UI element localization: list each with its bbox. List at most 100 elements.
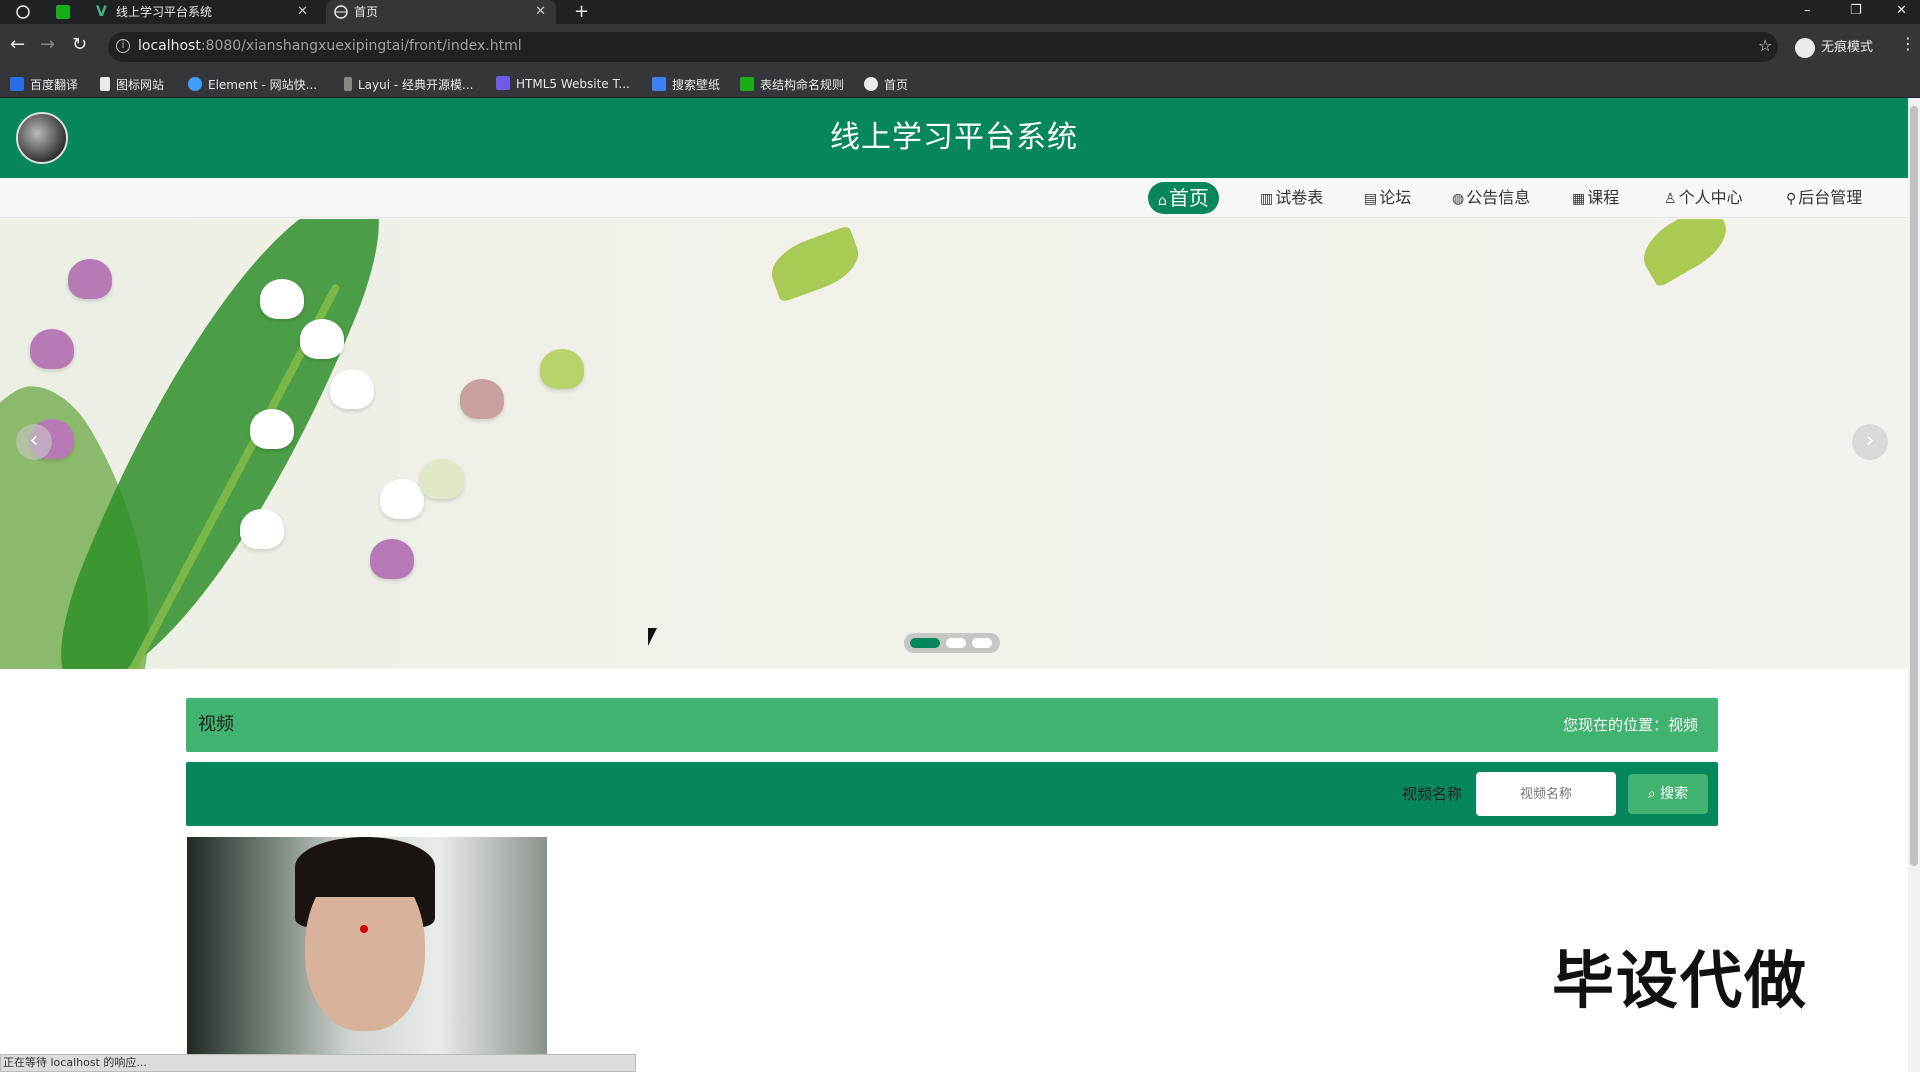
close-tab-icon[interactable]: ✕ bbox=[535, 0, 546, 24]
globe-icon bbox=[864, 77, 878, 91]
search-icon: ⌕ bbox=[1647, 786, 1656, 802]
bookmark-item[interactable]: 搜索壁纸 bbox=[652, 76, 720, 93]
search-button[interactable]: ⌕ 搜索 bbox=[1628, 774, 1708, 814]
thumbnail-hair-top bbox=[295, 837, 435, 897]
home-icon: ⌂ bbox=[1158, 193, 1167, 209]
site-header: 线上学习平台系统 bbox=[0, 98, 1908, 178]
globe-icon: ◍ bbox=[1452, 191, 1465, 207]
url-path: :8080/xianshangxuexipingtai/front/index.… bbox=[200, 38, 522, 54]
site-title: 线上学习平台系统 bbox=[830, 120, 1078, 155]
nav-courses[interactable]: ▦ 课程 bbox=[1572, 182, 1619, 214]
browser-menu-icon[interactable]: ⋮ bbox=[1900, 34, 1916, 53]
status-bar: 正在等待 localhost 的响应... bbox=[0, 1054, 636, 1072]
banner-flower bbox=[460, 379, 504, 419]
vue-icon: V bbox=[96, 4, 107, 20]
nav-exam-papers[interactable]: ▥ 试卷表 bbox=[1260, 182, 1323, 214]
restore-button[interactable]: ❐ bbox=[1850, 2, 1862, 20]
video-thumbnail[interactable] bbox=[187, 837, 547, 1072]
carousel-indicators bbox=[904, 633, 1000, 653]
mouse-cursor bbox=[648, 628, 666, 646]
tab-learning-platform[interactable]: V 线上学习平台系统 ✕ bbox=[88, 0, 318, 24]
close-tab-icon[interactable]: ✕ bbox=[297, 0, 308, 24]
bookmark-item[interactable]: 图标网站 bbox=[100, 76, 164, 93]
bookmark-item[interactable]: 百度翻译 bbox=[10, 76, 78, 93]
page-scrollbar[interactable] bbox=[1908, 98, 1920, 1072]
carousel-dot-3[interactable] bbox=[972, 638, 992, 648]
tab-home[interactable]: 首页 ✕ bbox=[326, 0, 556, 24]
nav-profile[interactable]: ♙ 个人中心 bbox=[1664, 182, 1743, 214]
incognito-indicator[interactable]: 无痕模式 bbox=[1795, 36, 1873, 58]
breadcrumb: 您现在的位置：视频 bbox=[1562, 716, 1698, 734]
info-icon[interactable]: i bbox=[116, 39, 130, 53]
banner-flower bbox=[420, 459, 464, 499]
nav-label: 试卷表 bbox=[1275, 188, 1324, 207]
url-bar[interactable]: i localhost:8080/xianshangxuexipingtai/f… bbox=[108, 32, 1778, 62]
flag-icon bbox=[100, 77, 110, 91]
hero-carousel: ‹ › bbox=[0, 219, 1908, 669]
calendar-icon: ▦ bbox=[1572, 191, 1586, 207]
bookmark-item[interactable]: 首页 bbox=[864, 76, 908, 93]
nav-label: 后台管理 bbox=[1798, 188, 1863, 207]
nav-label: 个人中心 bbox=[1678, 188, 1743, 207]
banner-butterfly bbox=[764, 225, 866, 303]
browser-tab-strip: V 线上学习平台系统 ✕ 首页 ✕ + – ❐ ✕ bbox=[0, 0, 1920, 24]
bookmark-star-icon[interactable]: ☆ bbox=[1758, 36, 1772, 55]
tab-title: 首页 bbox=[354, 5, 379, 19]
scrollbar-thumb[interactable] bbox=[1910, 106, 1918, 866]
search-label: 视频名称 bbox=[1402, 785, 1463, 803]
wallpaper-icon bbox=[652, 77, 666, 91]
carousel-dot-1[interactable] bbox=[910, 638, 940, 648]
carousel-next-button[interactable]: › bbox=[1852, 424, 1888, 460]
paper-icon: ▥ bbox=[1260, 191, 1274, 207]
bookmark-item[interactable]: Element - 网站快... bbox=[188, 76, 317, 93]
banner-flower bbox=[250, 409, 294, 449]
carousel-dot-2[interactable] bbox=[946, 638, 966, 648]
translate-icon bbox=[10, 77, 24, 91]
reload-icon[interactable]: ↻ bbox=[72, 34, 87, 55]
bookmark-label: Element - 网站快... bbox=[208, 78, 318, 92]
bookmark-label: HTML5 Website T... bbox=[516, 77, 630, 91]
forward-icon[interactable]: → bbox=[40, 34, 55, 55]
nav-home[interactable]: ⌂ 首页 bbox=[1148, 182, 1219, 214]
search-button-label: 搜索 bbox=[1660, 786, 1689, 802]
nav-admin[interactable]: ⚲ 后台管理 bbox=[1786, 182, 1862, 214]
banner-flower bbox=[300, 319, 344, 359]
bookmark-item[interactable]: HTML5 Website T... bbox=[496, 76, 630, 91]
thumbnail-bindi bbox=[360, 925, 368, 933]
search-bar: 视频名称 ⌕ 搜索 bbox=[186, 762, 1718, 826]
main-nav: ⌂ 首页 ▥ 试卷表 ▤ 论坛 ◍ 公告信息 ▦ 课程 ♙ 个人中心 ⚲ 后台管理 bbox=[0, 178, 1908, 218]
bookmark-label: 表结构命名规则 bbox=[760, 78, 845, 92]
back-icon[interactable]: ← bbox=[10, 34, 25, 55]
incognito-label: 无痕模式 bbox=[1821, 40, 1874, 55]
layui-icon bbox=[344, 77, 352, 91]
bookmark-item[interactable]: Layui - 经典开源模... bbox=[344, 76, 473, 93]
new-tab-button[interactable]: + bbox=[574, 0, 589, 24]
video-name-input[interactable] bbox=[1476, 772, 1616, 816]
close-window-button[interactable]: ✕ bbox=[1896, 2, 1907, 20]
link-icon: ⚲ bbox=[1786, 191, 1797, 207]
banner-flower bbox=[540, 349, 584, 389]
nav-forum[interactable]: ▤ 论坛 bbox=[1364, 182, 1411, 214]
nav-announcements[interactable]: ◍ 公告信息 bbox=[1452, 182, 1530, 214]
address-toolbar: ← → ↻ i localhost:8080/xianshangxuexipin… bbox=[0, 24, 1920, 70]
carousel-prev-button[interactable]: ‹ bbox=[16, 424, 52, 460]
banner-flower bbox=[240, 509, 284, 549]
pinned-tab[interactable] bbox=[50, 0, 80, 24]
banner-butterfly bbox=[1633, 219, 1737, 289]
section-header: 视频 您现在的位置：视频 bbox=[186, 698, 1718, 752]
globe-icon bbox=[334, 5, 348, 19]
section-title: 视频 bbox=[198, 714, 234, 735]
nav-label: 首页 bbox=[1168, 186, 1209, 210]
bookmark-item[interactable]: 表结构命名规则 bbox=[740, 76, 844, 93]
minimize-button[interactable]: – bbox=[1804, 2, 1811, 20]
element-icon bbox=[188, 77, 202, 91]
spreadsheet-icon bbox=[56, 5, 70, 19]
nav-label: 公告信息 bbox=[1466, 188, 1531, 207]
bookmark-label: 百度翻译 bbox=[30, 78, 79, 92]
banner-flower bbox=[68, 259, 112, 299]
banner-flower bbox=[30, 329, 74, 369]
bookmark-label: 图标网站 bbox=[116, 78, 165, 92]
watermark-text: 毕设代做 bbox=[1552, 944, 1809, 1017]
bookmarks-bar: 百度翻译 图标网站 Element - 网站快... Layui - 经典开源模… bbox=[0, 70, 1920, 98]
bookmark-label: 搜索壁纸 bbox=[672, 78, 721, 92]
